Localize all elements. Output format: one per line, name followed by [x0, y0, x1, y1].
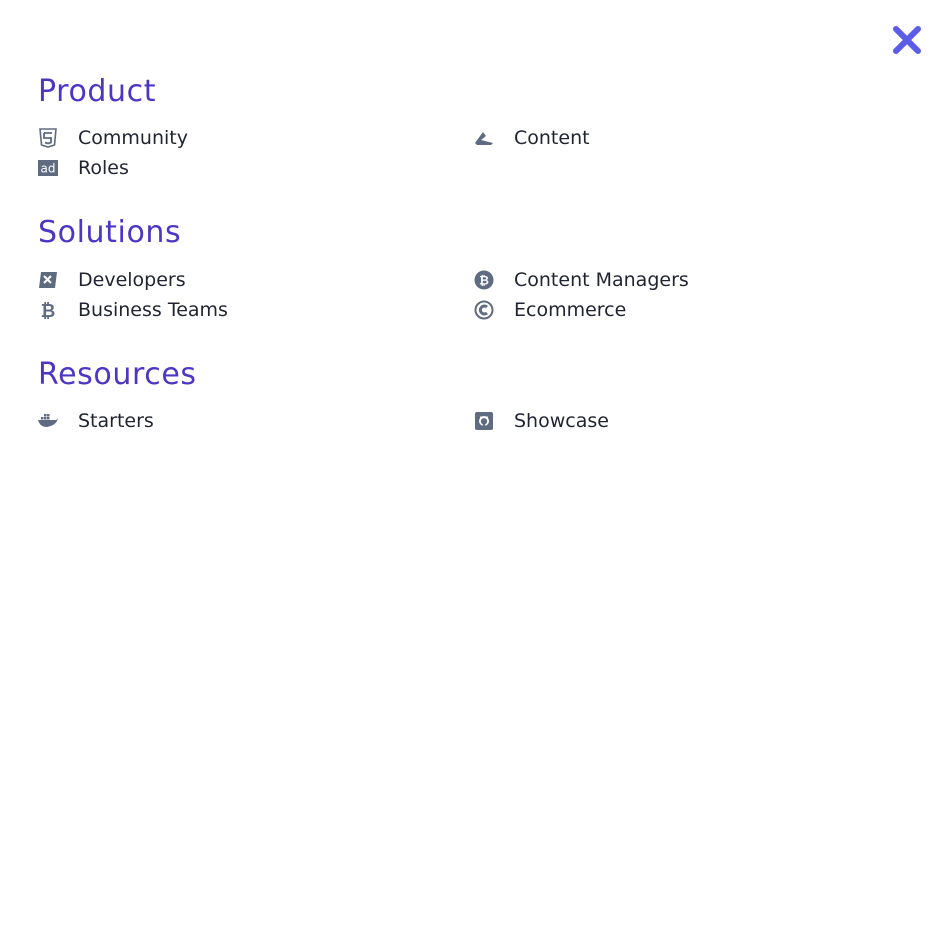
menu-item-community[interactable]: Community [38, 126, 188, 150]
creative-commons-icon [474, 300, 494, 320]
menu-item-starters[interactable]: Starters [38, 409, 154, 433]
kickstarter-k-icon [474, 128, 494, 148]
close-menu-button[interactable] [891, 24, 923, 56]
section-title-solutions: Solutions [38, 215, 182, 250]
bitcoin-circle-icon: ₿ [474, 270, 494, 290]
section-title-product: Product [38, 74, 157, 109]
menu-item-label: Business Teams [78, 299, 228, 321]
ad-icon: ad [38, 158, 58, 178]
section-product: Product Community Content ad Roles [38, 74, 918, 179]
edit-square-icon [38, 270, 58, 290]
docker-icon [38, 411, 58, 431]
menu-item-label: Roles [78, 157, 129, 179]
menu-item-label: Starters [78, 410, 154, 432]
menu-item-developers[interactable]: Developers [38, 268, 186, 292]
menu-item-showcase[interactable]: Showcase [474, 409, 609, 433]
menu-item-content-managers[interactable]: ₿ Content Managers [474, 268, 689, 292]
menu-item-business-teams[interactable]: ₿ Business Teams [38, 298, 228, 322]
menu-item-label: Content [514, 127, 590, 149]
menu-item-roles[interactable]: ad Roles [38, 156, 129, 180]
menu-item-label: Community [78, 127, 188, 149]
svg-text:ad: ad [41, 162, 56, 176]
svg-text:₿: ₿ [41, 301, 55, 320]
menu-item-label: Developers [78, 269, 186, 291]
section-resources: Resources Starters Showcase [38, 357, 918, 432]
html5-icon [38, 128, 58, 148]
menu-item-label: Content Managers [514, 269, 689, 291]
github-square-icon [474, 411, 494, 431]
bitcoin-icon: ₿ [38, 300, 58, 320]
menu-item-label: Showcase [514, 410, 609, 432]
section-title-resources: Resources [38, 357, 197, 392]
menu-item-ecommerce[interactable]: Ecommerce [474, 298, 626, 322]
section-solutions: Solutions Developers ₿ Content Managers [38, 215, 918, 322]
menu-item-content[interactable]: Content [474, 126, 590, 150]
menu-item-label: Ecommerce [514, 299, 627, 321]
close-icon [893, 26, 921, 54]
svg-text:₿: ₿ [479, 274, 489, 288]
